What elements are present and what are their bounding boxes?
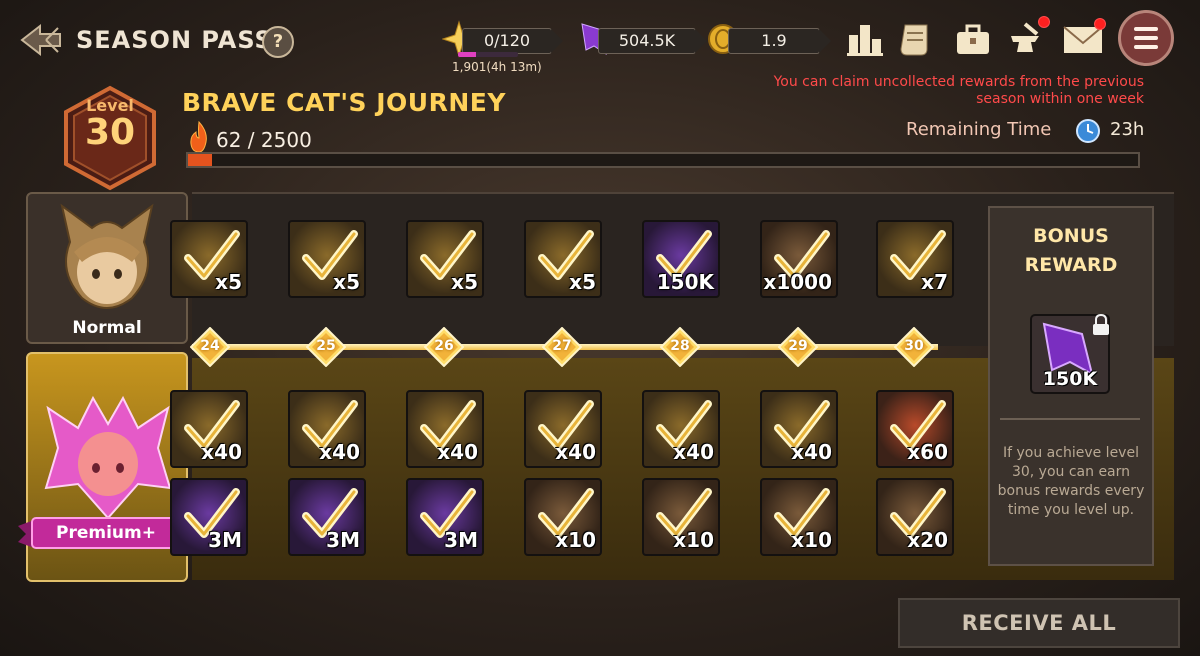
premium-bottom-reward-tile[interactable]: x10 xyxy=(524,478,602,556)
reward-quantity: 3M xyxy=(444,528,478,552)
reward-quantity: x1000 xyxy=(763,270,832,294)
ranking-icon[interactable] xyxy=(842,16,888,62)
premium-bottom-reward-tile[interactable]: 3M xyxy=(288,478,366,556)
reward-quantity: x5 xyxy=(333,270,360,294)
normal-reward-tile[interactable]: x5 xyxy=(170,220,248,298)
normal-reward-tile[interactable]: x1000 xyxy=(760,220,838,298)
normal-track-card: Normal xyxy=(26,192,188,344)
reward-quantity: x10 xyxy=(555,528,596,552)
premium-bottom-reward-tile[interactable]: 3M xyxy=(170,478,248,556)
xp-progress-bar xyxy=(186,152,1140,168)
flame-icon xyxy=(190,120,207,153)
stamina-counter: 0/120 xyxy=(462,28,563,54)
xp-progress-fill xyxy=(188,154,212,166)
reward-quantity: x40 xyxy=(673,440,714,464)
reward-quantity: x60 xyxy=(907,440,948,464)
reward-quantity: x40 xyxy=(437,440,478,464)
reward-quantity: x7 xyxy=(921,270,948,294)
xp-progress-text: 62 / 2500 xyxy=(216,128,312,152)
premium-top-reward-tile[interactable]: x40 xyxy=(760,390,838,468)
premium-top-reward-tile[interactable]: x40 xyxy=(642,390,720,468)
reward-quantity: x5 xyxy=(569,270,596,294)
reward-quantity: x5 xyxy=(215,270,242,294)
level-node-number: 26 xyxy=(434,338,454,354)
premium-top-reward-tile[interactable]: x40 xyxy=(288,390,366,468)
reward-quantity: x40 xyxy=(319,440,360,464)
premium-top-reward-tile[interactable]: x40 xyxy=(170,390,248,468)
premium-bottom-reward-tile[interactable]: x20 xyxy=(876,478,954,556)
help-icon[interactable]: ? xyxy=(262,26,294,58)
level-node-number: 30 xyxy=(904,338,924,354)
normal-track-label: Normal xyxy=(72,318,142,338)
bonus-reward-description: If you achieve level 30, you can earn bo… xyxy=(997,445,1145,518)
lock-icon xyxy=(1093,314,1109,335)
scroll-icon[interactable] xyxy=(894,16,940,62)
reward-quantity: x20 xyxy=(907,528,948,552)
level-node-number: 29 xyxy=(788,338,808,354)
reward-quantity: x40 xyxy=(791,440,832,464)
level-node-number: 28 xyxy=(670,338,690,354)
reward-quantity: 3M xyxy=(326,528,360,552)
crystal-counter: 504.5K xyxy=(598,28,707,54)
cat-hero-portrait xyxy=(60,203,154,309)
premium-top-reward-tile[interactable]: x60 xyxy=(876,390,954,468)
premium-bottom-reward-tile[interactable]: x10 xyxy=(760,478,838,556)
normal-reward-tile[interactable]: x5 xyxy=(288,220,366,298)
reward-quantity: 3M xyxy=(208,528,242,552)
level-node-number: 25 xyxy=(316,338,336,354)
reward-quantity: x40 xyxy=(201,440,242,464)
forge-notification-dot xyxy=(1038,16,1050,28)
season-title: BRAVE CAT'S JOURNEY xyxy=(182,88,506,117)
mail-notification-dot xyxy=(1094,18,1106,30)
normal-reward-tile[interactable]: x7 xyxy=(876,220,954,298)
premium-top-reward-tile[interactable]: x40 xyxy=(524,390,602,468)
bonus-reward-title: BONUS REWARD xyxy=(1024,225,1118,276)
premium-bottom-reward-tile[interactable]: 3M xyxy=(406,478,484,556)
reward-quantity: x10 xyxy=(673,528,714,552)
level-node-number: 24 xyxy=(200,338,220,354)
stamina-regen-text: 1,901(4h 13m) xyxy=(452,60,542,74)
stamina-bar-fill xyxy=(458,52,476,57)
inventory-bag-icon[interactable] xyxy=(950,16,996,62)
normal-reward-tile[interactable]: x5 xyxy=(406,220,484,298)
normal-reward-tile[interactable]: 150K xyxy=(642,220,720,298)
page-title: SEASON PASS xyxy=(76,26,273,54)
bonus-divider xyxy=(1000,418,1140,420)
remaining-time-label: Remaining Time xyxy=(906,119,1052,140)
level-value: 30 xyxy=(84,112,136,153)
receive-all-button[interactable]: RECEIVE ALL xyxy=(898,598,1180,648)
premium-top-reward-tile[interactable]: x40 xyxy=(406,390,484,468)
clock-icon xyxy=(1076,119,1100,143)
back-arrow-icon[interactable] xyxy=(18,22,64,58)
premium-hero-portrait xyxy=(44,395,172,520)
reward-quantity: x10 xyxy=(791,528,832,552)
previous-season-notice: You can claim uncollected rewards from t… xyxy=(773,74,1144,107)
reward-quantity: x40 xyxy=(555,440,596,464)
normal-reward-tile[interactable]: x5 xyxy=(524,220,602,298)
menu-button[interactable] xyxy=(1118,10,1174,66)
premium-track-label: Premium+ xyxy=(56,523,156,543)
stamina-bar xyxy=(458,52,518,57)
mail-icon[interactable] xyxy=(1060,16,1106,62)
forge-anvil-icon[interactable] xyxy=(1004,16,1050,62)
premium-bottom-reward-tile[interactable]: x10 xyxy=(642,478,720,556)
reward-quantity: x5 xyxy=(451,270,478,294)
level-node-number: 27 xyxy=(552,338,572,354)
remaining-time-value: 23h xyxy=(1110,119,1145,140)
bonus-reward-quantity: 150K xyxy=(1042,368,1098,390)
reward-quantity: 150K xyxy=(656,270,714,294)
coin-counter: 1.9 xyxy=(728,28,831,54)
